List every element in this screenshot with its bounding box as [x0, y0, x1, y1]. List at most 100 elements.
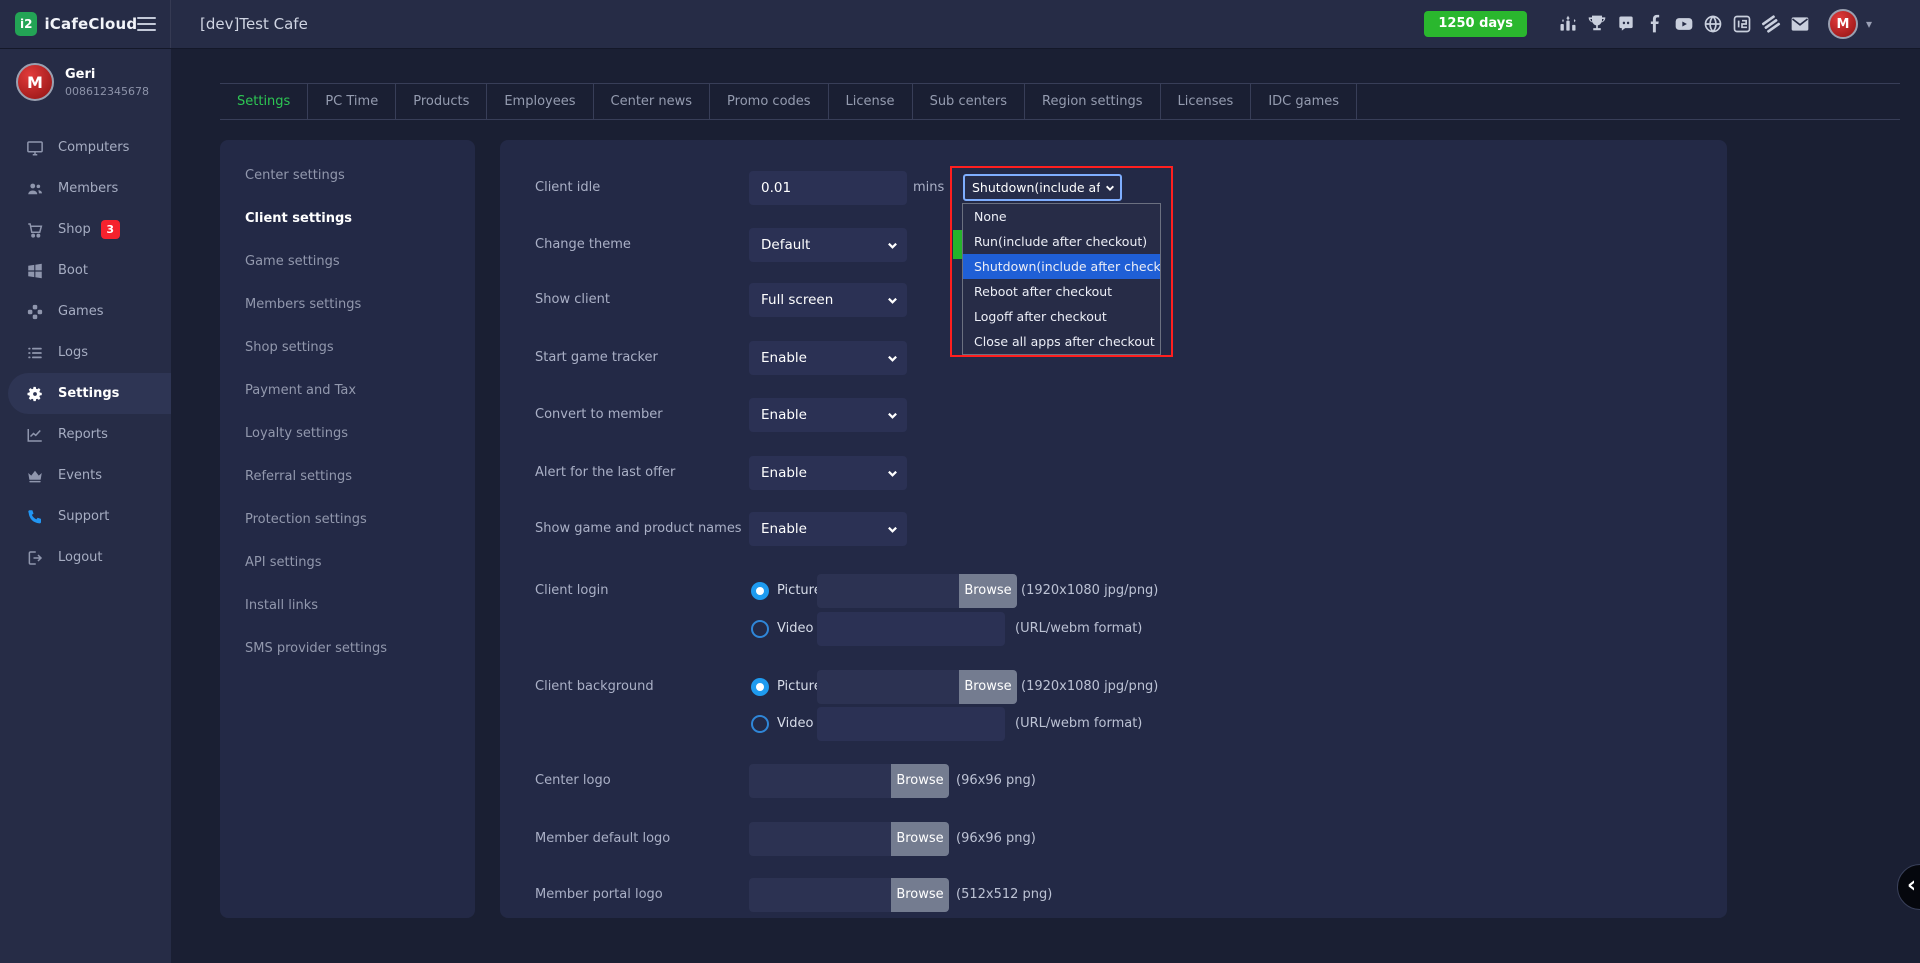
- snav-members-settings[interactable]: Members settings: [220, 283, 475, 326]
- snav-client-settings[interactable]: Client settings: [220, 197, 475, 240]
- tab-idc-games[interactable]: IDC games: [1251, 84, 1357, 119]
- tab-employees[interactable]: Employees: [487, 84, 593, 119]
- snav-referral-settings[interactable]: Referral settings: [220, 455, 475, 498]
- file-caption: (512x512 png): [956, 878, 1052, 912]
- center-logo-browse-button[interactable]: Browse: [891, 764, 949, 798]
- client-login-video-radio[interactable]: [751, 620, 769, 638]
- tab-center-news[interactable]: Center news: [594, 84, 711, 119]
- snav-sms-provider-settings[interactable]: SMS provider settings: [220, 627, 475, 670]
- sidebar-item-logout[interactable]: Logout: [0, 537, 171, 578]
- chevron-down-icon[interactable]: ▾: [1866, 17, 1872, 31]
- option-close-all-apps[interactable]: Close all apps after checkout: [963, 329, 1160, 354]
- brand-zone: i2 iCafeCloud: [0, 0, 171, 48]
- sidebar-item-games[interactable]: Games: [0, 291, 171, 332]
- icafecloud-logo-icon[interactable]: i2: [15, 12, 37, 36]
- member-portal-logo-browse-button[interactable]: Browse: [891, 878, 949, 912]
- field-label: Start game tracker: [535, 341, 658, 375]
- chart-line-icon: [26, 426, 44, 444]
- member-default-logo-file[interactable]: Browse: [749, 822, 949, 856]
- license-days-badge[interactable]: 1250 days: [1424, 11, 1527, 37]
- sidebar-item-support[interactable]: Support: [0, 496, 171, 537]
- tab-sub-centers[interactable]: Sub centers: [913, 84, 1025, 119]
- gamepad-icon: [26, 303, 44, 321]
- sidebar-item-logs[interactable]: Logs: [0, 332, 171, 373]
- tab-settings[interactable]: Settings: [220, 84, 308, 119]
- option-shutdown[interactable]: Shutdown(include after checkout): [963, 254, 1160, 279]
- chevron-left-icon: ‹: [1907, 873, 1916, 898]
- mail-icon[interactable]: [1790, 14, 1810, 34]
- member-default-logo-row: Member default logo Browse (96x96 png): [500, 822, 1727, 856]
- option-reboot[interactable]: Reboot after checkout: [963, 279, 1160, 304]
- facebook-icon[interactable]: [1645, 14, 1665, 34]
- file-caption: (URL/webm format): [1015, 612, 1142, 646]
- member-portal-logo-file[interactable]: Browse: [749, 878, 949, 912]
- client-background-video-url-input[interactable]: [817, 707, 1005, 741]
- client-idle-input[interactable]: [749, 171, 907, 205]
- snav-install-links[interactable]: Install links: [220, 584, 475, 627]
- show-names-select[interactable]: Enable: [749, 512, 907, 546]
- client-background-video-radio[interactable]: [751, 715, 769, 733]
- change-theme-select[interactable]: Default: [749, 228, 907, 262]
- client-background-picture-radio[interactable]: [751, 678, 769, 696]
- tab-promo-codes[interactable]: Promo codes: [710, 84, 829, 119]
- snav-protection-settings[interactable]: Protection settings: [220, 498, 475, 541]
- discord-icon[interactable]: [1616, 14, 1636, 34]
- tab-licenses[interactable]: Licenses: [1161, 84, 1252, 119]
- tab-license[interactable]: License: [829, 84, 913, 119]
- client-login-picture-browse-button[interactable]: Browse: [959, 574, 1017, 608]
- client-idle-action-select[interactable]: Shutdown(include after checkout): [963, 174, 1122, 201]
- snav-payment-and-tax[interactable]: Payment and Tax: [220, 369, 475, 412]
- sidebar-item-members[interactable]: Members: [0, 168, 171, 209]
- snav-shop-settings[interactable]: Shop settings: [220, 326, 475, 369]
- client-background-picture-browse-button[interactable]: Browse: [959, 670, 1017, 704]
- settings-sub-nav: Center settings Client settings Game set…: [220, 140, 475, 918]
- center-logo-file[interactable]: Browse: [749, 764, 949, 798]
- sidebar-item-reports[interactable]: Reports: [0, 414, 171, 455]
- show-client-select[interactable]: Full screen: [749, 283, 907, 317]
- client-background-picture-file[interactable]: Browse: [817, 670, 1017, 704]
- start-game-tracker-select[interactable]: Enable: [749, 341, 907, 375]
- users-icon: [26, 180, 44, 198]
- sidebar-user-avatar: M: [16, 63, 54, 101]
- sidebar-item-events[interactable]: Events: [0, 455, 171, 496]
- member-default-logo-browse-button[interactable]: Browse: [891, 822, 949, 856]
- snav-loyalty-settings[interactable]: Loyalty settings: [220, 412, 475, 455]
- alert-last-offer-select[interactable]: Enable: [749, 456, 907, 490]
- file-caption: (96x96 png): [956, 764, 1036, 798]
- sidebar-item-shop[interactable]: Shop 3: [0, 209, 171, 250]
- client-login-picture-radio[interactable]: [751, 582, 769, 600]
- option-run[interactable]: Run(include after checkout): [963, 229, 1160, 254]
- logout-icon: [26, 549, 44, 567]
- option-logoff[interactable]: Logoff after checkout: [963, 304, 1160, 329]
- field-label: Client login: [535, 574, 608, 608]
- layers-icon[interactable]: [1761, 14, 1781, 34]
- field-label: Center logo: [535, 764, 611, 798]
- snav-center-settings[interactable]: Center settings: [220, 154, 475, 197]
- client-login-picture-file[interactable]: Browse: [817, 574, 1017, 608]
- icafe-icon[interactable]: [1732, 14, 1752, 34]
- chevron-down-icon: [887, 240, 898, 251]
- tab-region-settings[interactable]: Region settings: [1025, 84, 1160, 119]
- ranking-icon[interactable]: [1558, 14, 1578, 34]
- tab-products[interactable]: Products: [396, 84, 487, 119]
- show-names-row: Show game and product names Enable: [500, 512, 1727, 546]
- sidebar-item-label: Reports: [58, 427, 108, 442]
- sidebar-item-boot[interactable]: Boot: [0, 250, 171, 291]
- user-name: Geri: [65, 67, 149, 82]
- option-none[interactable]: None: [963, 204, 1160, 229]
- tab-pc-time[interactable]: PC Time: [308, 84, 396, 119]
- globe-icon[interactable]: [1703, 14, 1723, 34]
- sidebar-item-settings[interactable]: Settings: [8, 373, 171, 414]
- snav-game-settings[interactable]: Game settings: [220, 240, 475, 283]
- trophy-icon[interactable]: [1587, 14, 1607, 34]
- user-avatar[interactable]: M: [1828, 9, 1858, 39]
- youtube-icon[interactable]: [1674, 14, 1694, 34]
- chevron-down-icon: [887, 410, 898, 421]
- sidebar-item-computers[interactable]: Computers: [0, 127, 171, 168]
- snav-api-settings[interactable]: API settings: [220, 541, 475, 584]
- collapse-panel-button[interactable]: ‹: [1897, 864, 1920, 910]
- radio-label: Picture: [777, 574, 822, 608]
- hamburger-menu-icon[interactable]: [137, 13, 156, 35]
- convert-to-member-select[interactable]: Enable: [749, 398, 907, 432]
- client-login-video-url-input[interactable]: [817, 612, 1005, 646]
